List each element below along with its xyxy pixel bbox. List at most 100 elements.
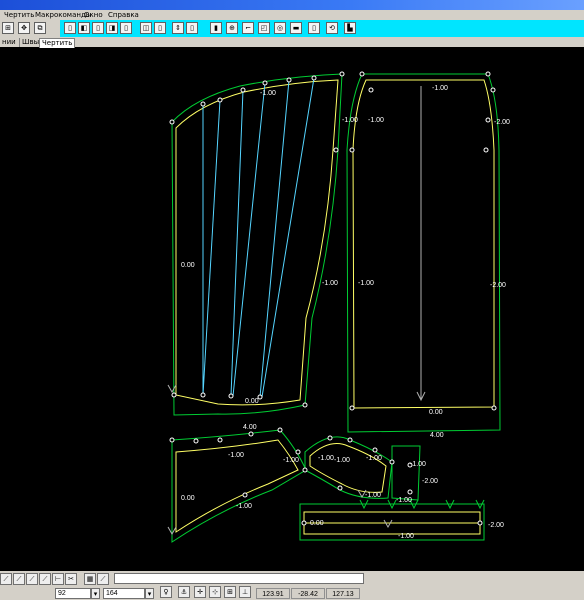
tool-piece-6-icon[interactable]: ◫ — [140, 22, 152, 34]
point[interactable] — [477, 520, 483, 526]
point[interactable] — [311, 75, 317, 81]
ruler-tool-icon[interactable]: ⟋ — [97, 573, 109, 585]
curve-tool-icon[interactable]: ⟋ — [13, 573, 25, 585]
tool-piece-5-icon[interactable]: ▯ — [120, 22, 132, 34]
menu-macros[interactable]: Макрокоманды — [35, 10, 91, 20]
menu-draw[interactable]: Чертить — [4, 10, 34, 20]
piece5-seam — [391, 445, 421, 501]
field-a-dropdown-icon[interactable]: ▾ — [91, 588, 100, 599]
cross-icon[interactable]: ✛ — [194, 586, 206, 598]
arc-tool-icon[interactable]: ⟋ — [39, 573, 51, 585]
point[interactable] — [295, 449, 301, 455]
point[interactable] — [228, 393, 234, 399]
point[interactable] — [368, 87, 374, 93]
tool-piece-9-icon[interactable]: ▯ — [186, 22, 198, 34]
point[interactable] — [286, 77, 292, 83]
point[interactable] — [359, 71, 365, 77]
point[interactable] — [302, 467, 308, 473]
label-1: -1.00 — [260, 90, 276, 97]
point[interactable] — [389, 459, 395, 465]
tool-boot-icon[interactable]: ▙ — [344, 22, 356, 34]
point[interactable] — [277, 427, 283, 433]
tool-piece-4-icon[interactable]: ◨ — [106, 22, 118, 34]
point[interactable] — [200, 392, 206, 398]
tool-piece-3-icon[interactable]: ▯ — [92, 22, 104, 34]
point[interactable] — [407, 489, 413, 495]
tool-piece-7-icon[interactable]: ▯ — [154, 22, 166, 34]
point[interactable] — [169, 119, 175, 125]
point[interactable] — [301, 520, 307, 526]
label-17: -1.00 — [334, 457, 350, 464]
tab-lines[interactable]: нии — [0, 38, 18, 47]
menu-help[interactable]: Справка — [108, 10, 139, 20]
tool-circle-icon[interactable]: ◎ — [274, 22, 286, 34]
point[interactable] — [337, 485, 343, 491]
calculator-icon[interactable]: ▦ — [84, 573, 96, 585]
point[interactable] — [485, 71, 491, 77]
point[interactable] — [217, 437, 223, 443]
drawing-canvas[interactable]: -1.00 -1.00 -1.00 -2.00 -1.00 0.00 -1.00… — [0, 47, 584, 571]
point[interactable] — [491, 405, 497, 411]
field-a[interactable]: 92 — [55, 588, 91, 599]
point[interactable] — [349, 405, 355, 411]
align-icon[interactable]: ⊹ — [209, 586, 221, 598]
label-11: 0.00 — [429, 409, 443, 416]
point[interactable] — [200, 101, 206, 107]
point[interactable] — [302, 402, 308, 408]
bezier-tool-icon[interactable]: ⟋ — [26, 573, 38, 585]
anchor-icon[interactable]: ⚓ — [178, 586, 190, 598]
tool-add-point-icon[interactable]: ⊕ — [226, 22, 238, 34]
menu-window[interactable]: Окно — [84, 10, 103, 20]
tool-line-icon[interactable]: ▬ — [290, 22, 302, 34]
piece3-seam — [171, 429, 307, 543]
tab-seams[interactable]: Швы — [19, 38, 41, 47]
grid-icon[interactable]: ⊞ — [224, 586, 236, 598]
label-22: -1.00 — [396, 497, 412, 504]
point[interactable] — [339, 71, 345, 77]
tool-split-icon[interactable]: ◰ — [258, 22, 270, 34]
point[interactable] — [372, 447, 378, 453]
tool-mirror-icon[interactable]: ⟲ — [326, 22, 338, 34]
point[interactable] — [333, 147, 339, 153]
tool-piece-2-icon[interactable]: ◧ — [78, 22, 90, 34]
tool-piece-8-icon[interactable]: ⇕ — [172, 22, 184, 34]
tool-piece-1-icon[interactable]: ▯ — [64, 22, 76, 34]
tool-move-icon[interactable]: ✥ — [18, 22, 30, 34]
tool-notch-icon[interactable]: ▮ — [210, 22, 222, 34]
tool-copy-icon[interactable]: ⧉ — [34, 22, 46, 34]
point[interactable] — [217, 97, 223, 103]
axis-icon[interactable]: ⊥ — [239, 586, 251, 598]
piece2-pattern — [352, 79, 495, 409]
scissor-tool-icon[interactable]: ✂ — [65, 573, 77, 585]
line-tool-icon[interactable]: ⟋ — [0, 573, 12, 585]
coord-y: -28.42 — [291, 588, 325, 599]
point[interactable] — [349, 147, 355, 153]
label-18: -1.00 — [366, 455, 382, 462]
label-19: -1.00 — [410, 461, 426, 468]
point[interactable] — [485, 117, 491, 123]
tool-select-icon[interactable]: ⊞ — [2, 22, 14, 34]
point[interactable] — [327, 435, 333, 441]
field-b[interactable]: 164 — [103, 588, 145, 599]
tool-piece-10-icon[interactable]: ▯ — [308, 22, 320, 34]
field-b-dropdown-icon[interactable]: ▾ — [145, 588, 154, 599]
dimension-tool-icon[interactable]: ⊢ — [52, 573, 64, 585]
point[interactable] — [483, 147, 489, 153]
label-10: 0.00 — [245, 398, 259, 405]
point[interactable] — [242, 492, 248, 498]
point[interactable] — [193, 438, 199, 444]
tool-corner-icon[interactable]: ⌐ — [242, 22, 254, 34]
point[interactable] — [347, 437, 353, 443]
label-4: -2.00 — [494, 119, 510, 126]
label-2: -1.00 — [342, 117, 358, 124]
piece1-pattern — [175, 79, 339, 406]
point[interactable] — [248, 431, 254, 437]
label-21: -1.00 — [365, 492, 381, 499]
point[interactable] — [490, 87, 496, 93]
command-input[interactable] — [114, 573, 364, 584]
figure-icon[interactable]: ♀ — [160, 586, 172, 598]
point[interactable] — [171, 392, 177, 398]
point[interactable] — [169, 437, 175, 443]
point[interactable] — [240, 87, 246, 93]
point[interactable] — [262, 80, 268, 86]
